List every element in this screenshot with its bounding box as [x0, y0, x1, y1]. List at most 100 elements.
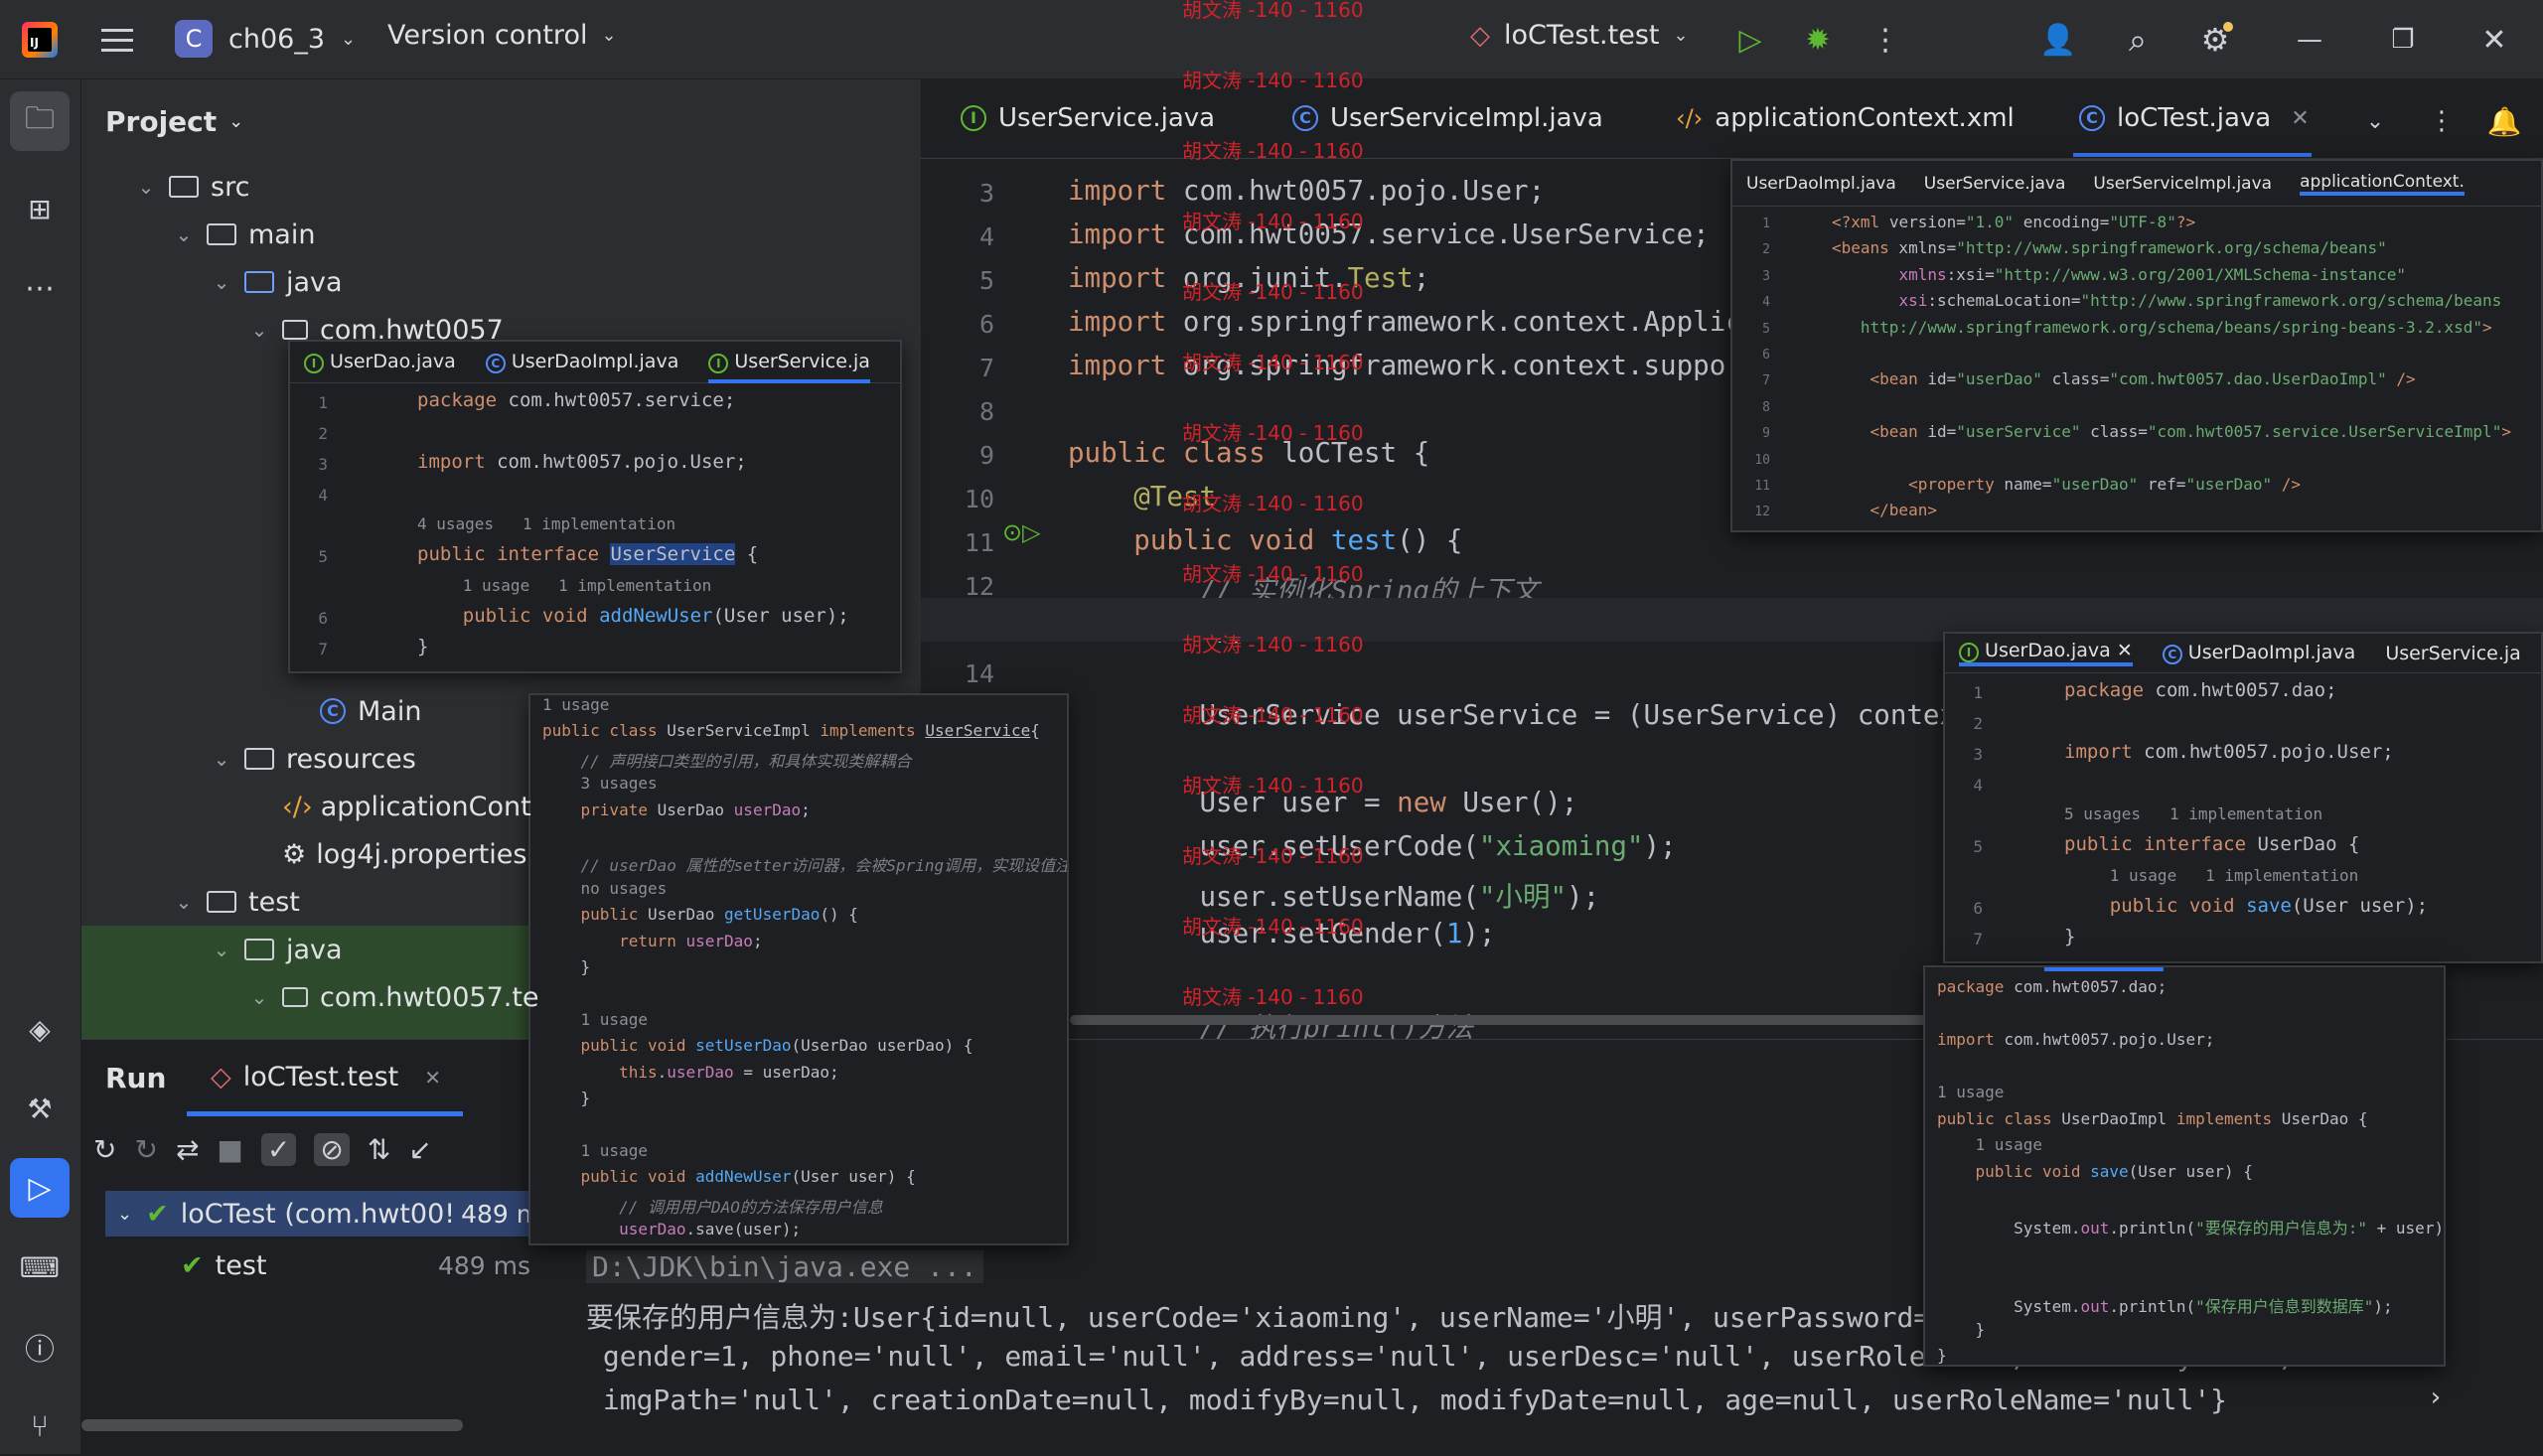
code-line[interactable]: user.setUserCode("xiaoming");: [1068, 830, 1676, 862]
source-folder-icon: [244, 271, 274, 293]
run-tab-label: loCTest.test: [242, 1062, 399, 1092]
tree-item-resources[interactable]: ⌄ resources: [211, 735, 416, 783]
tree-item-main[interactable]: C Main: [286, 687, 421, 735]
code-line: public void save(User user);: [2109, 895, 2429, 917]
run-icon[interactable]: ▷: [1728, 18, 1772, 62]
popup-tab-active[interactable]: applicationContext.: [2300, 172, 2465, 196]
editor-h-scrollbar[interactable]: [1070, 1015, 1964, 1025]
tab-applicationcontext[interactable]: ‹/› applicationContext.xml: [1676, 103, 2015, 133]
terminal-tool-icon[interactable]: ⌨: [10, 1238, 70, 1297]
tab-userserviceimpl[interactable]: C UserServiceImpl.java: [1292, 103, 1603, 133]
test-tree-row[interactable]: ✔ test 489 ms: [181, 1242, 530, 1288]
show-passed-icon[interactable]: ✓: [260, 1133, 297, 1166]
tree-item-com-hwt0057-te[interactable]: ⌄ com.hwt0057.te: [248, 973, 539, 1021]
tab-list-chevron-icon[interactable]: ⌄: [2355, 101, 2395, 141]
tab-userservice[interactable]: I UserService.java: [961, 103, 1215, 133]
toggle-autotest-icon[interactable]: ⇄: [176, 1133, 199, 1166]
more-actions-icon[interactable]: ⋮: [1864, 18, 1907, 62]
code-line: package com.hwt0057.dao;: [1937, 977, 2168, 996]
main-menu-icon[interactable]: [95, 20, 139, 60]
tree-item-src[interactable]: ⌄ src: [135, 163, 250, 211]
restore-icon[interactable]: ❐: [2378, 18, 2428, 62]
project-switcher[interactable]: C ch06_3 ⌄: [175, 20, 356, 58]
chevron-right-icon[interactable]: ›: [2416, 1378, 2456, 1417]
watermark-text: 胡文涛 -140 - 1160: [1182, 915, 1364, 939]
popup-tab[interactable]: I UserDao.java: [304, 351, 456, 373]
add-user-icon[interactable]: 👤: [2036, 18, 2080, 62]
tree-item-label: main: [248, 218, 316, 250]
chevron-down-icon: ⌄: [137, 175, 155, 199]
services-tool-icon[interactable]: ◈: [10, 999, 70, 1059]
code-line[interactable]: import org.springframework.context.suppo…: [1068, 350, 1758, 381]
popup-tab[interactable]: UserService.ja: [2385, 643, 2521, 664]
vcs-menu[interactable]: Version control ⌄: [387, 20, 617, 51]
popup-tab-active[interactable]: I UserDao.java ✕: [1959, 640, 2133, 666]
show-ignored-icon[interactable]: ⊘: [314, 1133, 350, 1166]
tree-item-test[interactable]: ⌄ test: [173, 878, 300, 926]
more-tools-icon[interactable]: ⋯: [10, 258, 70, 318]
settings-icon[interactable]: ⚙: [2193, 18, 2237, 62]
close-tab-icon[interactable]: ✕: [2291, 106, 2309, 131]
collapse-icon[interactable]: ↙: [408, 1133, 431, 1166]
test-tree-scrollbar[interactable]: [81, 1419, 463, 1431]
close-tab-icon[interactable]: ✕: [424, 1066, 441, 1090]
test-tree-row-selected[interactable]: ⌄ ✔ loCTest (com.hwt00! 489 ms: [105, 1191, 553, 1237]
code-line: import com.hwt0057.pojo.User;: [2064, 741, 2394, 763]
line-number: 3: [978, 179, 994, 208]
tree-item-java[interactable]: ⌄ java: [211, 926, 343, 973]
search-icon[interactable]: ⌕: [2116, 18, 2160, 62]
tree-item-com-hwt0057[interactable]: ⌄ com.hwt0057: [248, 306, 504, 354]
stop-icon[interactable]: ■: [217, 1133, 242, 1166]
code-line: xsi:schemaLocation="http://www.springfra…: [1898, 291, 2502, 311]
run-tab[interactable]: ◇ loCTest.test ✕: [211, 1062, 441, 1092]
line-number: 14: [964, 659, 994, 688]
project-badge: C: [175, 20, 213, 58]
project-panel-header[interactable]: Project ⌄: [105, 105, 243, 138]
tree-item-log4j-properties[interactable]: ⚙ log4j.properties: [248, 830, 526, 878]
rerun-failed-icon[interactable]: ↻: [134, 1133, 157, 1166]
sort-icon[interactable]: ⇅: [368, 1133, 390, 1166]
tab-label: applicationContext.xml: [1715, 103, 2015, 133]
run-config-selector[interactable]: ◇ loCTest.test ⌄: [1470, 20, 1689, 51]
test-gutter-run-icon[interactable]: ⊙▷: [1002, 518, 1041, 546]
preview-popup-userservice: I UserDao.java C UserDaoImpl.java I User…: [288, 340, 902, 673]
tab-loctest[interactable]: CloCTest.java ✕: [2079, 103, 2310, 133]
tree-item-applicationcont[interactable]: ‹/› applicationCont: [248, 783, 531, 830]
build-tool-icon[interactable]: ⚒: [10, 1079, 70, 1138]
git-tool-icon[interactable]: ⑂: [10, 1396, 70, 1456]
code-line: <property name="userDao" ref="userDao" /…: [1908, 475, 2302, 494]
popup-tab[interactable]: UserService.java: [1924, 174, 2066, 194]
tree-item-label: test: [248, 886, 300, 918]
tree-item-main[interactable]: ⌄ main: [173, 211, 316, 258]
tool-window-bar: 🗀 ⊞ ⋯ ◈ ⚒ ▷ ⌨ ⓘ ⑂: [0, 79, 81, 1454]
run-tool-icon[interactable]: ▷: [10, 1158, 70, 1218]
code-line[interactable]: import org.springframework.context.Appli…: [1068, 306, 1758, 338]
close-window-icon[interactable]: ✕: [2469, 18, 2519, 62]
code-line: public UserDao getUserDao() {: [580, 905, 858, 925]
line-number: 6: [1973, 899, 1983, 918]
project-tool-icon[interactable]: 🗀: [10, 91, 70, 151]
line-number: 5: [1973, 837, 1983, 856]
notifications-icon[interactable]: 🔔: [2482, 99, 2526, 143]
popup-tab[interactable]: UserDaoImpl.java: [1746, 174, 1896, 194]
folder-icon: [169, 176, 199, 198]
tree-item-java[interactable]: ⌄ java: [211, 258, 343, 306]
code-line[interactable]: user.setUserName("小明");: [1068, 874, 1599, 914]
problems-tool-icon[interactable]: ⓘ: [10, 1317, 70, 1377]
popup-tab-active[interactable]: I UserService.ja: [708, 351, 870, 383]
debug-icon[interactable]: ✹: [1796, 18, 1840, 62]
rerun-icon[interactable]: ↻: [93, 1133, 116, 1166]
popup-tab[interactable]: C UserDaoImpl.java: [2162, 642, 2355, 664]
popup-tab[interactable]: C UserDaoImpl.java: [485, 351, 678, 373]
structure-tool-icon[interactable]: ⊞: [10, 179, 70, 238]
tab-more-icon[interactable]: ⋮: [2427, 101, 2457, 141]
gear-icon: ⚙: [282, 838, 307, 870]
folder-icon: [207, 223, 236, 245]
code-line[interactable]: public void test() {: [1068, 524, 1462, 556]
code-line[interactable]: import com.hwt0057.pojo.User;: [1068, 175, 1545, 207]
popup-tab[interactable]: UserServiceImpl.java: [2093, 174, 2272, 194]
code-line: package com.hwt0057.service;: [417, 389, 736, 411]
code-line[interactable]: import com.hwt0057.service.UserService;: [1068, 218, 1710, 250]
minimize-icon[interactable]: —: [2285, 18, 2334, 62]
chevron-down-icon: ⌄: [341, 28, 357, 50]
